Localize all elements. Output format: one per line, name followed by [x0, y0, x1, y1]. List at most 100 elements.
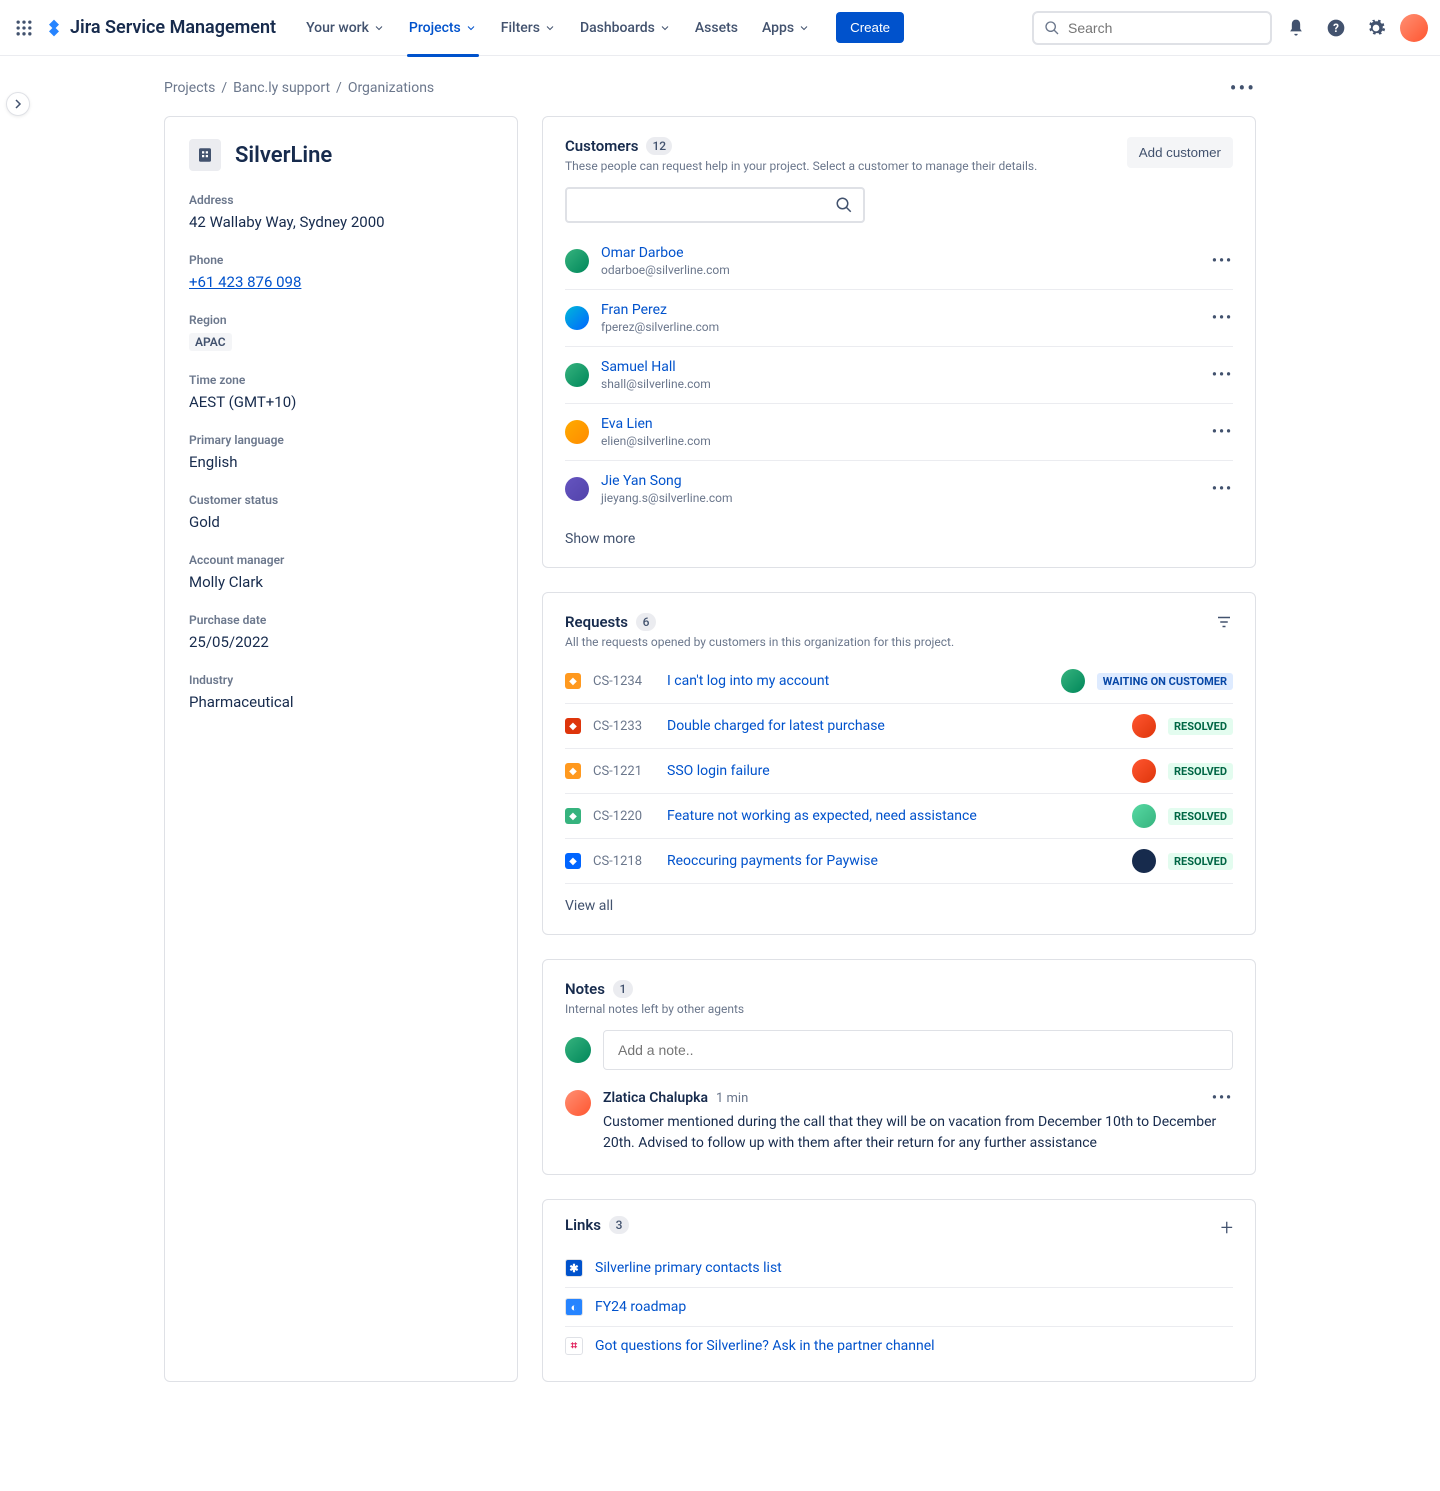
request-row[interactable]: ◆ CS-1221 SSO login failure RESOLVED [565, 749, 1233, 794]
org-field: Account managerMolly Clark [189, 553, 493, 591]
customer-actions[interactable]: ••• [1212, 367, 1233, 383]
search-icon [835, 196, 853, 214]
request-title[interactable]: Double charged for latest purchase [667, 718, 1120, 734]
request-title[interactable]: I can't log into my account [667, 673, 1049, 689]
customer-avatar [565, 306, 589, 330]
help-icon[interactable]: ? [1320, 12, 1352, 44]
customers-panel: Customers 12 These people can request he… [542, 116, 1256, 568]
notifications-icon[interactable] [1280, 12, 1312, 44]
add-note-input[interactable] [603, 1030, 1233, 1070]
org-field-value[interactable]: +61 423 876 098 [189, 273, 301, 291]
settings-icon[interactable] [1360, 12, 1392, 44]
nav-item-filters[interactable]: Filters [491, 14, 566, 42]
org-field: Primary languageEnglish [189, 433, 493, 471]
page-more-actions[interactable]: ••• [1230, 76, 1256, 100]
customer-row[interactable]: Eva Lien elien@silverline.com ••• [565, 404, 1233, 461]
nav-item-assets[interactable]: Assets [685, 14, 748, 42]
request-assignee-avatar [1132, 759, 1156, 783]
link-row[interactable]: ◐ FY24 roadmap [565, 1288, 1233, 1327]
customer-email: shall@silverline.com [601, 377, 711, 391]
chevron-down-icon [798, 22, 810, 34]
request-row[interactable]: ◆ CS-1220 Feature not working as expecte… [565, 794, 1233, 839]
show-more-customers[interactable]: Show more [565, 531, 1233, 547]
customer-row[interactable]: Jie Yan Song jieyang.s@silverline.com ••… [565, 461, 1233, 517]
requests-subtitle: All the requests opened by customers in … [565, 635, 954, 649]
request-key: CS-1220 [593, 809, 655, 824]
requests-count: 6 [636, 613, 656, 631]
nav-item-apps[interactable]: Apps [752, 14, 820, 42]
profile-avatar[interactable] [1400, 14, 1428, 42]
search-icon [1044, 20, 1060, 36]
building-icon [196, 146, 214, 164]
org-field-value: 42 Wallaby Way, Sydney 2000 [189, 213, 493, 231]
chevron-down-icon [659, 22, 671, 34]
org-field-label: Customer status [189, 493, 493, 507]
request-row[interactable]: ◆ CS-1233 Double charged for latest purc… [565, 704, 1233, 749]
note-actions[interactable]: ••• [1212, 1090, 1233, 1106]
org-field-label: Purchase date [189, 613, 493, 627]
request-title[interactable]: Reoccuring payments for Paywise [667, 853, 1120, 869]
top-navigation: Jira Service Management Your workProject… [0, 0, 1440, 56]
customer-email: jieyang.s@silverline.com [601, 491, 733, 505]
filter-icon[interactable] [1215, 613, 1233, 635]
breadcrumb: Projects/Banc.ly support/Organizations [164, 80, 434, 96]
customer-row[interactable]: Samuel Hall shall@silverline.com ••• [565, 347, 1233, 404]
breadcrumb-item[interactable]: Banc.ly support [233, 80, 330, 96]
product-name: Jira Service Management [70, 17, 276, 38]
note-time: 1 min [716, 1091, 748, 1106]
request-row[interactable]: ◆ CS-1234 I can't log into my account WA… [565, 659, 1233, 704]
chevron-down-icon [373, 22, 385, 34]
request-status: WAITING ON CUSTOMER [1097, 673, 1233, 690]
customer-search[interactable] [565, 187, 865, 223]
link-app-icon: ⌗ [565, 1337, 583, 1355]
customer-avatar [565, 249, 589, 273]
customer-actions[interactable]: ••• [1212, 310, 1233, 326]
notes-panel: Notes 1 Internal notes left by other age… [542, 959, 1256, 1175]
customer-actions[interactable]: ••• [1212, 253, 1233, 269]
request-assignee-avatar [1132, 849, 1156, 873]
request-status: RESOLVED [1168, 853, 1233, 870]
breadcrumb-item[interactable]: Organizations [348, 80, 434, 96]
org-field-label: Address [189, 193, 493, 207]
org-field: Address 42 Wallaby Way, Sydney 2000 [189, 193, 493, 231]
link-row[interactable]: ✱ Silverline primary contacts list [565, 1249, 1233, 1288]
link-row[interactable]: ⌗ Got questions for Silverline? Ask in t… [565, 1327, 1233, 1365]
nav-item-your-work[interactable]: Your work [296, 14, 395, 42]
request-row[interactable]: ◆ CS-1218 Reoccuring payments for Paywis… [565, 839, 1233, 884]
app-switcher-icon[interactable] [12, 16, 36, 40]
view-all-requests[interactable]: View all [565, 898, 1233, 914]
links-title: Links [565, 1216, 601, 1234]
product-logo[interactable]: Jira Service Management [44, 17, 276, 38]
org-field-label: Phone [189, 253, 493, 267]
customer-row[interactable]: Omar Darboe odarboe@silverline.com ••• [565, 233, 1233, 290]
breadcrumb-item[interactable]: Projects [164, 80, 215, 96]
org-field-value: English [189, 453, 493, 471]
customer-row[interactable]: Fran Perez fperez@silverline.com ••• [565, 290, 1233, 347]
request-title[interactable]: Feature not working as expected, need as… [667, 808, 1120, 824]
nav-item-projects[interactable]: Projects [399, 14, 487, 42]
create-button[interactable]: Create [836, 12, 904, 43]
customer-name: Fran Perez [601, 302, 719, 318]
global-search[interactable] [1032, 11, 1272, 45]
org-field-value: Molly Clark [189, 573, 493, 591]
request-title[interactable]: SSO login failure [667, 763, 1120, 779]
link-title: Silverline primary contacts list [595, 1260, 782, 1276]
request-type-icon: ◆ [565, 853, 581, 869]
customer-avatar [565, 420, 589, 444]
sidebar-expand-button[interactable] [6, 92, 30, 116]
customer-actions[interactable]: ••• [1212, 424, 1233, 440]
add-link-button[interactable]: + [1221, 1216, 1233, 1241]
customer-email: elien@silverline.com [601, 434, 711, 448]
customer-email: odarboe@silverline.com [601, 263, 730, 277]
customer-actions[interactable]: ••• [1212, 481, 1233, 497]
current-user-avatar [565, 1037, 591, 1063]
search-input[interactable] [1068, 20, 1260, 36]
nav-item-dashboards[interactable]: Dashboards [570, 14, 681, 42]
request-key: CS-1218 [593, 854, 655, 869]
customers-subtitle: These people can request help in your pr… [565, 159, 1037, 173]
org-field-label: Time zone [189, 373, 493, 387]
add-customer-button[interactable]: Add customer [1127, 137, 1233, 168]
request-status: RESOLVED [1168, 718, 1233, 735]
org-field: RegionAPAC [189, 313, 493, 351]
note-entry: Zlatica Chalupka 1 min ••• Customer ment… [565, 1090, 1233, 1154]
